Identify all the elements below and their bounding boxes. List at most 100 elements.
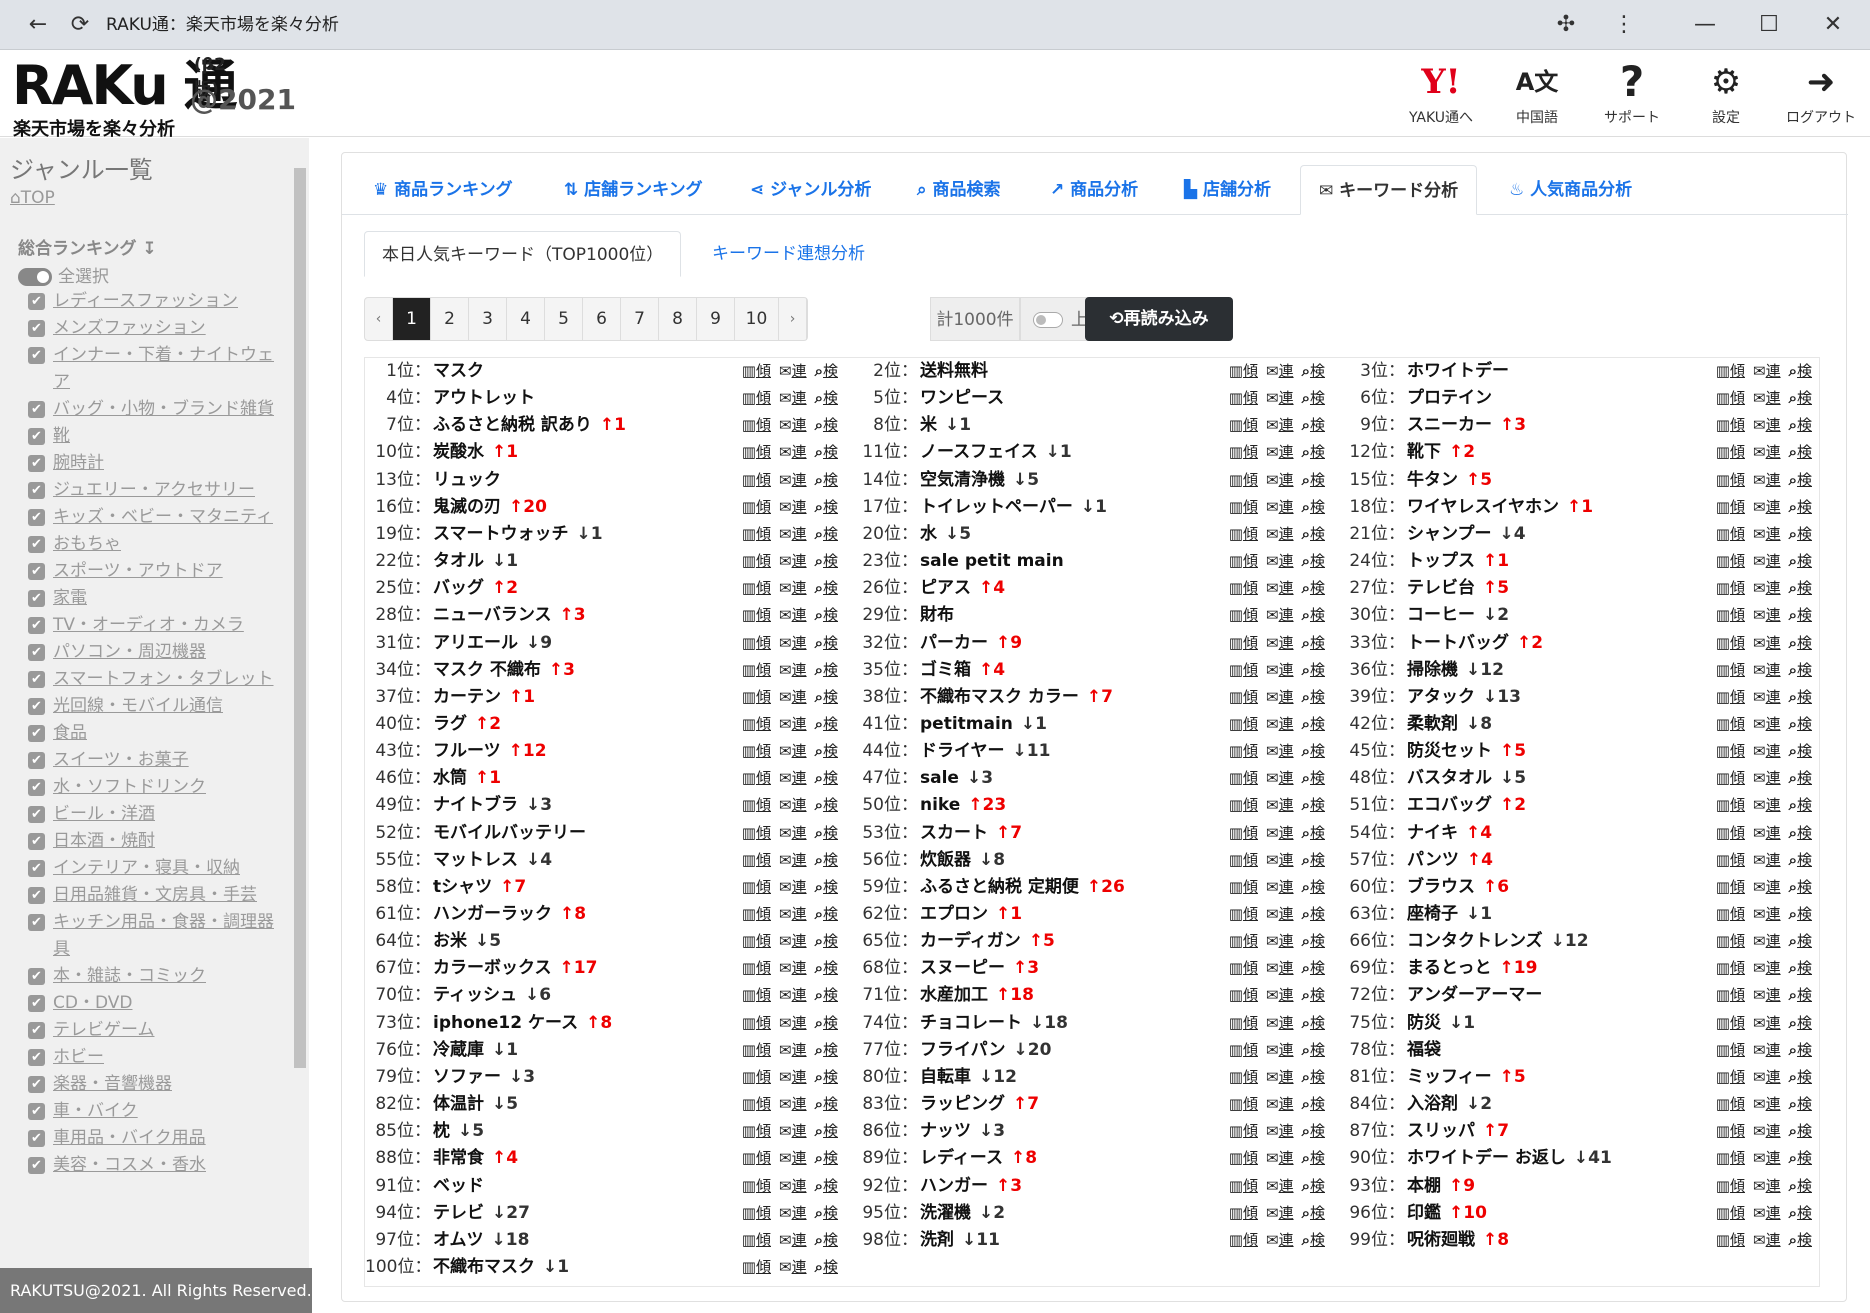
scrollbar-thumb[interactable] (294, 168, 306, 1068)
tab-product-analysis[interactable]: ↗ 商品分析 (1050, 165, 1138, 215)
genre-checkbox[interactable]: ✔ (28, 995, 45, 1012)
association-button[interactable]: ✉連 (779, 1145, 807, 1172)
trend-button[interactable]: ▥傾 (1716, 847, 1745, 874)
search-button[interactable]: ⌕検 (815, 657, 838, 684)
association-button[interactable]: ✉連 (1266, 765, 1294, 792)
trend-button[interactable]: ▥傾 (1716, 1064, 1745, 1091)
trend-button[interactable]: ▥傾 (1716, 1200, 1745, 1227)
search-button[interactable]: ⌕検 (1789, 1200, 1812, 1227)
association-button[interactable]: ✉連 (1753, 358, 1781, 385)
page-button[interactable]: 3 (469, 298, 507, 340)
trend-button[interactable]: ▥傾 (1716, 630, 1745, 657)
search-button[interactable]: ⌕検 (1789, 494, 1812, 521)
genre-item[interactable]: ✔ キッズ・ベビー・マタニティ (28, 504, 278, 531)
genre-link[interactable]: 本・雑誌・コミック (53, 963, 206, 990)
association-button[interactable]: ✉連 (779, 928, 807, 955)
trend-button[interactable]: ▥傾 (1716, 602, 1745, 629)
genre-checkbox[interactable]: ✔ (28, 833, 45, 850)
search-button[interactable]: ⌕検 (815, 711, 838, 738)
trend-button[interactable]: ▥傾 (1229, 982, 1258, 1009)
trend-button[interactable]: ▥傾 (1716, 548, 1745, 575)
trend-button[interactable]: ▥傾 (742, 1173, 771, 1200)
association-button[interactable]: ✉連 (779, 521, 807, 548)
search-button[interactable]: ⌕検 (1302, 982, 1325, 1009)
association-button[interactable]: ✉連 (1266, 494, 1294, 521)
search-button[interactable]: ⌕検 (1302, 792, 1325, 819)
trend-button[interactable]: ▥傾 (742, 711, 771, 738)
genre-checkbox[interactable]: ✔ (28, 401, 45, 418)
search-button[interactable]: ⌕検 (815, 738, 838, 765)
genre-link[interactable]: メンズファッション (53, 315, 206, 342)
association-button[interactable]: ✉連 (1753, 1064, 1781, 1091)
genre-item[interactable]: ✔ キッチン用品・食器・調理器具 (28, 909, 278, 963)
search-button[interactable]: ⌕検 (1302, 1200, 1325, 1227)
search-button[interactable]: ⌕検 (815, 630, 838, 657)
search-button[interactable]: ⌕検 (1789, 684, 1812, 711)
genre-item[interactable]: ✔ パソコン・周辺機器 (28, 639, 278, 666)
trend-button[interactable]: ▥傾 (742, 385, 771, 412)
association-button[interactable]: ✉連 (779, 1091, 807, 1118)
search-button[interactable]: ⌕検 (1789, 982, 1812, 1009)
genre-item[interactable]: ✔ 水・ソフトドリンク (28, 774, 278, 801)
genre-checkbox[interactable]: ✔ (28, 671, 45, 688)
genre-link[interactable]: TV・オーディオ・カメラ (53, 612, 244, 639)
association-button[interactable]: ✉連 (779, 657, 807, 684)
trend-button[interactable]: ▥傾 (742, 684, 771, 711)
genre-checkbox[interactable]: ✔ (28, 968, 45, 985)
trend-button[interactable]: ▥傾 (1229, 684, 1258, 711)
trend-button[interactable]: ▥傾 (1229, 901, 1258, 928)
subtab-today-keywords[interactable]: 本日人気キーワード（TOP1000位） (364, 231, 682, 277)
reload-button[interactable]: ⟲再読み込み (1085, 297, 1233, 341)
page-button[interactable]: 8 (659, 298, 697, 340)
trend-button[interactable]: ▥傾 (1716, 521, 1745, 548)
association-button[interactable]: ✉連 (1266, 1227, 1294, 1254)
association-button[interactable]: ✉連 (779, 630, 807, 657)
sidebar-scrollbar[interactable] (291, 138, 309, 1268)
search-button[interactable]: ⌕検 (1302, 684, 1325, 711)
search-button[interactable]: ⌕検 (1302, 901, 1325, 928)
subtab-keyword-association[interactable]: キーワード連想分析 (712, 231, 865, 277)
trend-button[interactable]: ▥傾 (742, 792, 771, 819)
trend-button[interactable]: ▥傾 (1229, 765, 1258, 792)
genre-item[interactable]: ✔ TV・オーディオ・カメラ (28, 612, 278, 639)
genre-checkbox[interactable]: ✔ (28, 617, 45, 634)
association-button[interactable]: ✉連 (1753, 792, 1781, 819)
search-button[interactable]: ⌕検 (1789, 820, 1812, 847)
genre-item[interactable]: ✔ スマートフォン・タブレット (28, 666, 278, 693)
trend-button[interactable]: ▥傾 (742, 1200, 771, 1227)
association-button[interactable]: ✉連 (779, 575, 807, 602)
search-button[interactable]: ⌕検 (1302, 575, 1325, 602)
select-all-toggle[interactable] (18, 268, 52, 286)
trend-button[interactable]: ▥傾 (1229, 738, 1258, 765)
association-button[interactable]: ✉連 (779, 847, 807, 874)
search-button[interactable]: ⌕検 (1302, 820, 1325, 847)
genre-link[interactable]: テレビゲーム (53, 1017, 155, 1044)
association-button[interactable]: ✉連 (1753, 467, 1781, 494)
genre-item[interactable]: ✔ インテリア・寝具・収納 (28, 855, 278, 882)
search-button[interactable]: ⌕検 (1302, 358, 1325, 385)
trend-button[interactable]: ▥傾 (1229, 548, 1258, 575)
association-button[interactable]: ✉連 (1753, 955, 1781, 982)
trend-button[interactable]: ▥傾 (1229, 385, 1258, 412)
trend-button[interactable]: ▥傾 (742, 820, 771, 847)
association-button[interactable]: ✉連 (1753, 738, 1781, 765)
page-button[interactable]: 7 (621, 298, 659, 340)
genre-link[interactable]: 日用品雑貨・文房具・手芸 (53, 882, 257, 909)
association-button[interactable]: ✉連 (1753, 521, 1781, 548)
association-button[interactable]: ✉連 (779, 765, 807, 792)
genre-checkbox[interactable]: ✔ (28, 1076, 45, 1093)
search-button[interactable]: ⌕検 (1302, 711, 1325, 738)
genre-item[interactable]: ✔ 靴 (28, 423, 278, 450)
association-button[interactable]: ✉連 (779, 1173, 807, 1200)
trend-button[interactable]: ▥傾 (1716, 1227, 1745, 1254)
trend-button[interactable]: ▥傾 (1716, 1037, 1745, 1064)
search-button[interactable]: ⌕検 (1302, 385, 1325, 412)
genre-link[interactable]: スマートフォン・タブレット (53, 666, 274, 693)
genre-checkbox[interactable]: ✔ (28, 590, 45, 607)
association-button[interactable]: ✉連 (1753, 711, 1781, 738)
genre-item[interactable]: ✔ スイーツ・お菓子 (28, 747, 278, 774)
trend-button[interactable]: ▥傾 (742, 1145, 771, 1172)
search-button[interactable]: ⌕検 (1302, 1037, 1325, 1064)
genre-item[interactable]: ✔ 食品 (28, 720, 278, 747)
association-button[interactable]: ✉連 (779, 684, 807, 711)
